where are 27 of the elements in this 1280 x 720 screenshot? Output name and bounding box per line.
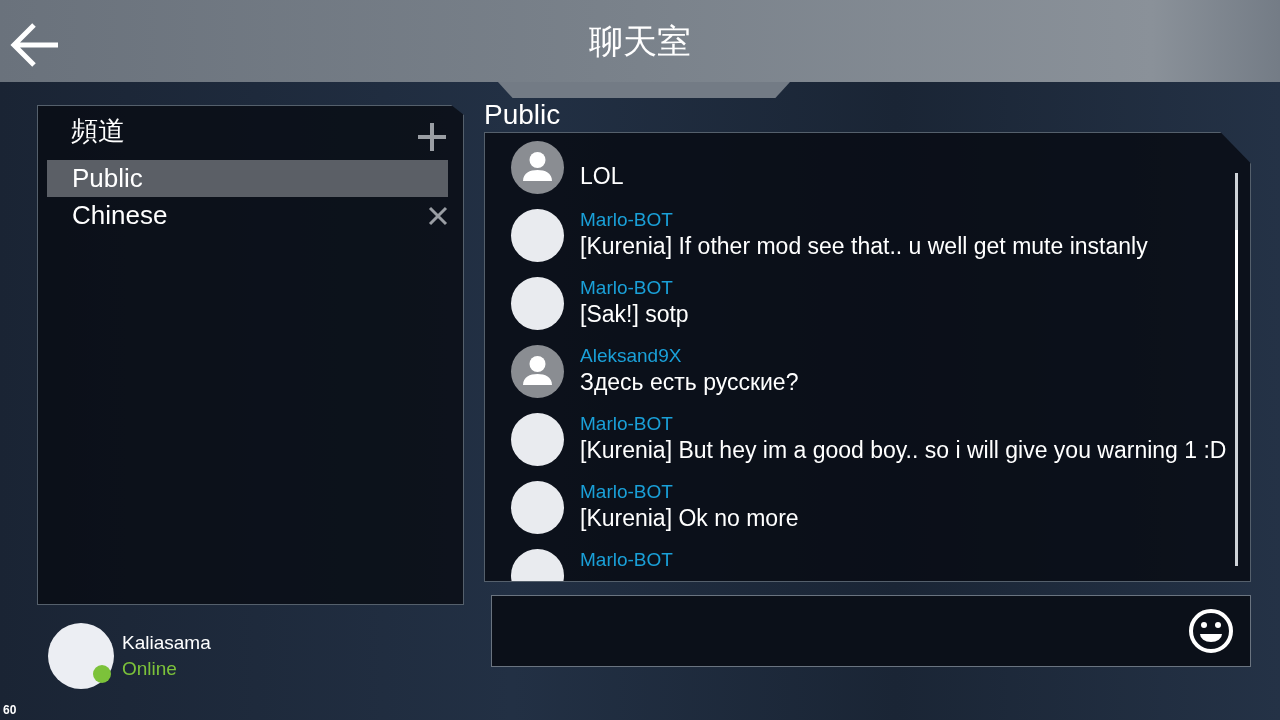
message-author: Aleksand9X xyxy=(580,345,683,367)
fps-counter: 60 xyxy=(3,702,17,719)
channel-item[interactable]: Public xyxy=(47,160,448,197)
message-input-field[interactable] xyxy=(491,595,1251,667)
user-status: Online xyxy=(122,657,178,681)
message-text: Здесь есть русские? xyxy=(580,368,799,397)
channel-title: Public xyxy=(484,98,561,132)
message-author: Marlo-BOT xyxy=(580,549,673,571)
close-icon[interactable] xyxy=(428,205,448,226)
user-name: Kaliasama xyxy=(122,631,211,655)
message-text: [Kurenia] Ok no more xyxy=(580,504,799,533)
add-icon[interactable] xyxy=(417,122,447,152)
message-text: [Sak!] sotp xyxy=(580,300,689,329)
message-author: Marlo-BOT xyxy=(580,413,674,435)
message-text: LOL xyxy=(580,162,624,191)
message-author: Marlo-BOT xyxy=(580,209,674,231)
message-author: Marlo-BOT xyxy=(580,277,674,299)
message-text: [Kurenia] But hey im a good boy.. so i will give you warning 1 :D xyxy=(580,436,1227,465)
channel-item[interactable]: Chinese xyxy=(47,197,448,234)
message-author: Marlo-BOT xyxy=(580,481,674,503)
channels-heading: 頻道 xyxy=(70,114,125,148)
back-arrow-icon[interactable] xyxy=(10,22,60,68)
screen-title: 聊天室 xyxy=(589,21,691,62)
message-text: [Kurenia] If other mod see that.. u well get mute instanly xyxy=(580,232,1148,261)
scrollbar-track[interactable] xyxy=(1235,173,1238,566)
smiley-icon[interactable] xyxy=(1188,608,1234,654)
scrollbar-thumb[interactable] xyxy=(1235,230,1238,320)
